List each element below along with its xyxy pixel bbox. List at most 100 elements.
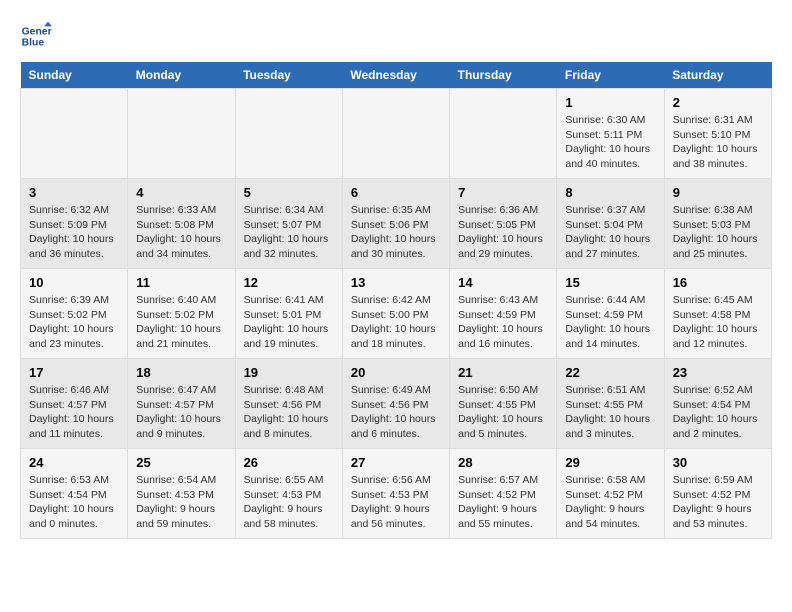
- calendar-cell: 9 Sunrise: 6:38 AM Sunset: 5:03 PM Daylig…: [664, 179, 771, 269]
- calendar-table: SundayMondayTuesdayWednesdayThursdayFrid…: [20, 62, 772, 539]
- calendar-body: 1 Sunrise: 6:30 AM Sunset: 5:11 PM Daylig…: [21, 89, 772, 539]
- day-number: 3: [29, 185, 119, 200]
- day-number: 16: [673, 275, 763, 290]
- calendar-cell: 29Sunrise: 6:58 AM Sunset: 4:52 PM Dayli…: [557, 449, 664, 539]
- day-number: 8: [565, 185, 655, 200]
- calendar-cell: 16 Sunrise: 6:45 AM Sunset: 4:58 PM Dayli…: [664, 269, 771, 359]
- calendar-cell: 21 Sunrise: 6:50 AM Sunset: 4:55 PM Dayli…: [450, 359, 557, 449]
- calendar-cell: 6Sunrise: 6:35 AM Sunset: 5:06 PM Daylig…: [342, 179, 449, 269]
- calendar-week-row: 24 Sunrise: 6:53 AM Sunset: 4:54 PM Dayli…: [21, 449, 772, 539]
- calendar-cell: 22Sunrise: 6:51 AM Sunset: 4:55 PM Dayli…: [557, 359, 664, 449]
- day-info: Sunrise: 6:47 AM Sunset: 4:57 PM Dayligh…: [136, 383, 226, 442]
- calendar-cell: 24 Sunrise: 6:53 AM Sunset: 4:54 PM Dayli…: [21, 449, 128, 539]
- calendar-cell: [342, 89, 449, 179]
- svg-text:General: General: [22, 26, 52, 37]
- day-number: 20: [351, 365, 441, 380]
- svg-text:Blue: Blue: [22, 38, 45, 49]
- calendar-cell: 26 Sunrise: 6:55 AM Sunset: 4:53 PM Dayli…: [235, 449, 342, 539]
- calendar-cell: 12 Sunrise: 6:41 AM Sunset: 5:01 PM Dayli…: [235, 269, 342, 359]
- day-number: 14: [458, 275, 548, 290]
- day-number: 24: [29, 455, 119, 470]
- day-info: Sunrise: 6:46 AM Sunset: 4:57 PM Dayligh…: [29, 383, 119, 442]
- calendar-cell: 23 Sunrise: 6:52 AM Sunset: 4:54 PM Dayli…: [664, 359, 771, 449]
- day-number: 19: [244, 365, 334, 380]
- day-number: 11: [136, 275, 226, 290]
- day-number: 5: [244, 185, 334, 200]
- calendar-cell: 30Sunrise: 6:59 AM Sunset: 4:52 PM Dayli…: [664, 449, 771, 539]
- day-number: 25: [136, 455, 226, 470]
- day-info: Sunrise: 6:31 AM Sunset: 5:10 PM Dayligh…: [673, 113, 763, 172]
- day-info: Sunrise: 6:48 AM Sunset: 4:56 PM Dayligh…: [244, 383, 334, 442]
- day-number: 21: [458, 365, 548, 380]
- day-info: Sunrise: 6:30 AM Sunset: 5:11 PM Dayligh…: [565, 113, 655, 172]
- calendar-cell: 28 Sunrise: 6:57 AM Sunset: 4:52 PM Dayli…: [450, 449, 557, 539]
- calendar-cell: 10Sunrise: 6:39 AM Sunset: 5:02 PM Dayli…: [21, 269, 128, 359]
- calendar-cell: 5 Sunrise: 6:34 AM Sunset: 5:07 PM Daylig…: [235, 179, 342, 269]
- day-number: 18: [136, 365, 226, 380]
- day-info: Sunrise: 6:53 AM Sunset: 4:54 PM Dayligh…: [29, 473, 119, 532]
- calendar-cell: 19 Sunrise: 6:48 AM Sunset: 4:56 PM Dayli…: [235, 359, 342, 449]
- header-day: Thursday: [450, 62, 557, 89]
- calendar-week-row: 1 Sunrise: 6:30 AM Sunset: 5:11 PM Daylig…: [21, 89, 772, 179]
- calendar-cell: [450, 89, 557, 179]
- day-info: Sunrise: 6:55 AM Sunset: 4:53 PM Dayligh…: [244, 473, 334, 532]
- calendar-week-row: 3 Sunrise: 6:32 AM Sunset: 5:09 PM Daylig…: [21, 179, 772, 269]
- day-number: 9: [673, 185, 763, 200]
- day-number: 17: [29, 365, 119, 380]
- day-number: 7: [458, 185, 548, 200]
- day-info: Sunrise: 6:54 AM Sunset: 4:53 PM Dayligh…: [136, 473, 226, 532]
- day-number: 4: [136, 185, 226, 200]
- day-info: Sunrise: 6:42 AM Sunset: 5:00 PM Dayligh…: [351, 293, 441, 352]
- day-info: Sunrise: 6:43 AM Sunset: 4:59 PM Dayligh…: [458, 293, 548, 352]
- day-info: Sunrise: 6:57 AM Sunset: 4:52 PM Dayligh…: [458, 473, 548, 532]
- day-number: 28: [458, 455, 548, 470]
- calendar-cell: 18 Sunrise: 6:47 AM Sunset: 4:57 PM Dayli…: [128, 359, 235, 449]
- day-info: Sunrise: 6:52 AM Sunset: 4:54 PM Dayligh…: [673, 383, 763, 442]
- calendar-cell: 20 Sunrise: 6:49 AM Sunset: 4:56 PM Dayli…: [342, 359, 449, 449]
- header-day: Monday: [128, 62, 235, 89]
- day-info: Sunrise: 6:51 AM Sunset: 4:55 PM Dayligh…: [565, 383, 655, 442]
- day-number: 2: [673, 95, 763, 110]
- page-header: General Blue: [20, 20, 772, 52]
- day-info: Sunrise: 6:36 AM Sunset: 5:05 PM Dayligh…: [458, 203, 548, 262]
- calendar-cell: 25 Sunrise: 6:54 AM Sunset: 4:53 PM Dayli…: [128, 449, 235, 539]
- calendar-cell: 27Sunrise: 6:56 AM Sunset: 4:53 PM Dayli…: [342, 449, 449, 539]
- day-info: Sunrise: 6:41 AM Sunset: 5:01 PM Dayligh…: [244, 293, 334, 352]
- day-number: 15: [565, 275, 655, 290]
- calendar-cell: 2 Sunrise: 6:31 AM Sunset: 5:10 PM Daylig…: [664, 89, 771, 179]
- header-day: Tuesday: [235, 62, 342, 89]
- header-day: Sunday: [21, 62, 128, 89]
- day-number: 1: [565, 95, 655, 110]
- day-number: 23: [673, 365, 763, 380]
- calendar-cell: 13 Sunrise: 6:42 AM Sunset: 5:00 PM Dayli…: [342, 269, 449, 359]
- day-info: Sunrise: 6:50 AM Sunset: 4:55 PM Dayligh…: [458, 383, 548, 442]
- day-info: Sunrise: 6:34 AM Sunset: 5:07 PM Dayligh…: [244, 203, 334, 262]
- header-day: Wednesday: [342, 62, 449, 89]
- day-info: Sunrise: 6:33 AM Sunset: 5:08 PM Dayligh…: [136, 203, 226, 262]
- day-number: 12: [244, 275, 334, 290]
- day-info: Sunrise: 6:38 AM Sunset: 5:03 PM Dayligh…: [673, 203, 763, 262]
- day-info: Sunrise: 6:58 AM Sunset: 4:52 PM Dayligh…: [565, 473, 655, 532]
- calendar-cell: 8 Sunrise: 6:37 AM Sunset: 5:04 PM Daylig…: [557, 179, 664, 269]
- day-info: Sunrise: 6:39 AM Sunset: 5:02 PM Dayligh…: [29, 293, 119, 352]
- day-info: Sunrise: 6:40 AM Sunset: 5:02 PM Dayligh…: [136, 293, 226, 352]
- calendar-cell: 17 Sunrise: 6:46 AM Sunset: 4:57 PM Dayli…: [21, 359, 128, 449]
- calendar-cell: 11 Sunrise: 6:40 AM Sunset: 5:02 PM Dayli…: [128, 269, 235, 359]
- day-info: Sunrise: 6:45 AM Sunset: 4:58 PM Dayligh…: [673, 293, 763, 352]
- day-info: Sunrise: 6:49 AM Sunset: 4:56 PM Dayligh…: [351, 383, 441, 442]
- day-info: Sunrise: 6:32 AM Sunset: 5:09 PM Dayligh…: [29, 203, 119, 262]
- calendar-cell: 15Sunrise: 6:44 AM Sunset: 4:59 PM Dayli…: [557, 269, 664, 359]
- day-info: Sunrise: 6:37 AM Sunset: 5:04 PM Dayligh…: [565, 203, 655, 262]
- day-info: Sunrise: 6:56 AM Sunset: 4:53 PM Dayligh…: [351, 473, 441, 532]
- day-info: Sunrise: 6:35 AM Sunset: 5:06 PM Dayligh…: [351, 203, 441, 262]
- day-number: 26: [244, 455, 334, 470]
- calendar-cell: [235, 89, 342, 179]
- calendar-cell: [128, 89, 235, 179]
- calendar-cell: 4 Sunrise: 6:33 AM Sunset: 5:08 PM Daylig…: [128, 179, 235, 269]
- logo: General Blue: [20, 20, 56, 52]
- day-number: 13: [351, 275, 441, 290]
- header-day: Saturday: [664, 62, 771, 89]
- header-row: SundayMondayTuesdayWednesdayThursdayFrid…: [21, 62, 772, 89]
- header-day: Friday: [557, 62, 664, 89]
- calendar-cell: 14 Sunrise: 6:43 AM Sunset: 4:59 PM Dayli…: [450, 269, 557, 359]
